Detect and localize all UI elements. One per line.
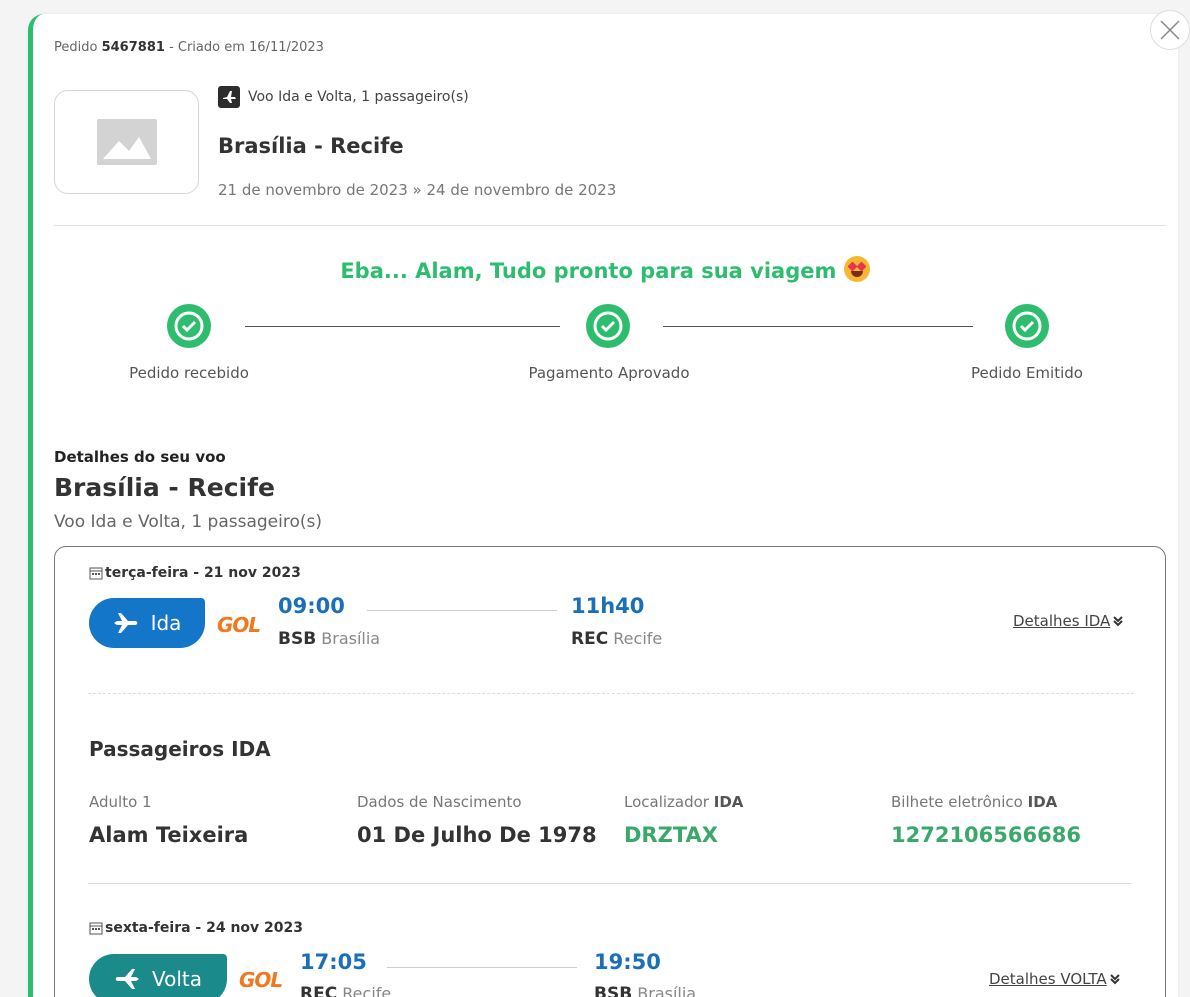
arrival-code: REC: [571, 629, 609, 649]
departure-code: BSB: [278, 629, 317, 649]
trip-thumbnail: [54, 90, 199, 194]
check-circle-icon: [1005, 304, 1049, 348]
departure-airport: BSB Brasília: [278, 629, 380, 649]
birth-date: 01 De Julho De 1978: [357, 823, 597, 847]
arrival-airport: BSB Brasília: [594, 984, 696, 997]
chevron-double-down-icon: [1113, 616, 1124, 627]
check-circle-icon: [586, 304, 630, 348]
details-heading: Detalhes do seu voo: [54, 448, 226, 466]
divider: [54, 225, 1166, 226]
passengers-title: Passageiros IDA: [89, 737, 271, 761]
close-button[interactable]: [1150, 10, 1190, 50]
airplane-icon: [218, 86, 240, 108]
airline-logo: GOL: [217, 613, 261, 637]
star-eyes-emoji: [843, 256, 870, 282]
locator-label-bold: IDA: [713, 793, 744, 811]
volta-pill[interactable]: Volta: [89, 954, 227, 997]
trip-type-text: Voo Ida e Volta, 1 passageiro(s): [248, 89, 469, 105]
flight-line: [387, 967, 577, 968]
departure-city: Recife: [342, 984, 392, 997]
passenger-name: Alam Teixeira: [89, 823, 249, 847]
passenger-label: Adulto 1: [89, 793, 152, 811]
chevron-double-down-icon: [1109, 974, 1120, 985]
ida-pill[interactable]: Ida: [89, 598, 205, 648]
locator-code: DRZTAX: [624, 823, 718, 847]
ticket-label: Bilhete eletrônico IDA: [891, 793, 1057, 811]
arrival-airport: REC Recife: [571, 629, 662, 649]
airplane-icon: [113, 613, 137, 633]
departure-time: 17:05: [300, 950, 367, 974]
divider: [88, 883, 1131, 884]
locator-label-prefix: Localizador: [624, 793, 709, 811]
step-connector: [245, 326, 560, 327]
ticket-label-prefix: Bilhete eletrônico: [891, 793, 1023, 811]
flight-line: [367, 610, 557, 611]
arrival-city: Brasília: [637, 984, 697, 997]
status-message-text: Eba... Alam, Tudo pronto para sua viagem: [340, 259, 837, 283]
trip-type: Voo Ida e Volta, 1 passageiro(s): [218, 86, 469, 108]
departure-city: Brasília: [321, 629, 381, 648]
check-circle-icon: [167, 304, 211, 348]
step-label: Pedido recebido: [129, 364, 249, 382]
arrival-city: Recife: [613, 629, 663, 648]
details-subtitle: Voo Ida e Volta, 1 passageiro(s): [54, 512, 322, 532]
status-message: Eba... Alam, Tudo pronto para sua viagem: [0, 256, 1190, 283]
arrival-time: 11h40: [571, 594, 645, 618]
route-title: Brasília - Recife: [218, 134, 404, 158]
departure-time: 09:00: [278, 594, 345, 618]
order-line: Pedido 5467881 - Criado em 16/11/2023: [54, 40, 324, 55]
airline-logo: GOL: [239, 968, 283, 992]
locator-label: Localizador IDA: [624, 793, 743, 811]
departure-code: REC: [300, 984, 338, 997]
return-day: sexta-feira - 24 nov 2023: [89, 920, 303, 936]
airplane-icon: [115, 969, 139, 989]
return-day-text: sexta-feira - 24 nov 2023: [105, 920, 304, 936]
dashed-divider: [88, 693, 1134, 694]
ticket-number: 1272106566686: [891, 823, 1081, 847]
arrival-time: 19:50: [594, 950, 661, 974]
image-placeholder-icon: [96, 119, 157, 165]
details-ida-text: Detalhes IDA: [1013, 612, 1111, 630]
details-volta-link[interactable]: Detalhes VOLTA: [989, 970, 1121, 988]
outbound-day-text: terça-feira - 21 nov 2023: [105, 565, 301, 581]
step-label: Pagamento Aprovado: [528, 364, 690, 382]
volta-pill-label: Volta: [151, 967, 203, 991]
ida-pill-label: Ida: [150, 611, 182, 635]
calendar-icon: [89, 567, 103, 580]
order-number: 5467881: [101, 40, 165, 55]
trip-dates: 21 de novembro de 2023 » 24 de novembro …: [218, 181, 617, 199]
step-label: Pedido Emitido: [971, 364, 1083, 382]
order-created: - Criado em 16/11/2023: [169, 40, 324, 55]
close-icon: [1160, 20, 1180, 40]
details-volta-text: Detalhes VOLTA: [989, 970, 1107, 988]
birth-label: Dados de Nascimento: [357, 793, 522, 811]
details-route: Brasília - Recife: [54, 473, 275, 502]
outbound-day: terça-feira - 21 nov 2023: [89, 565, 301, 581]
departure-airport: REC Recife: [300, 984, 391, 997]
order-prefix: Pedido: [54, 40, 98, 55]
arrival-code: BSB: [594, 984, 633, 997]
calendar-icon: [89, 922, 103, 935]
details-ida-link[interactable]: Detalhes IDA: [1013, 612, 1124, 630]
ticket-label-bold: IDA: [1027, 793, 1058, 811]
step-connector: [663, 326, 973, 327]
